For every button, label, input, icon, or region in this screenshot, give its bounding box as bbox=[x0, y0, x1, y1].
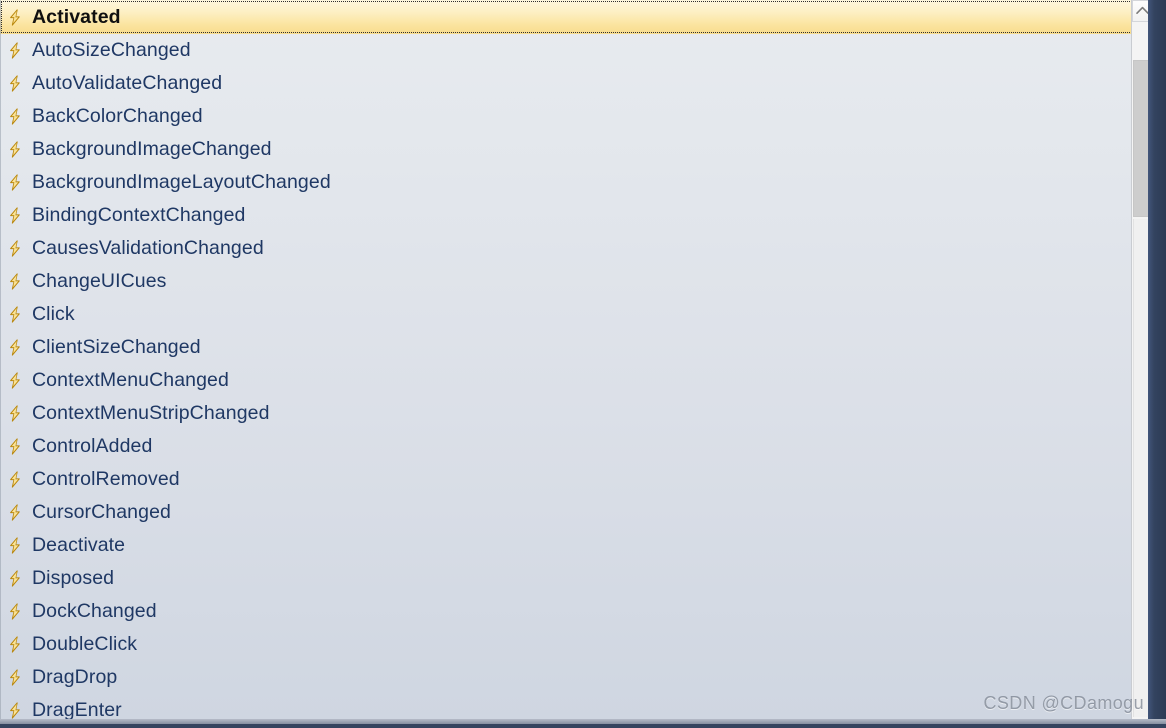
lightning-bolt-icon bbox=[10, 240, 20, 257]
event-row[interactable]: BackgroundImageLayoutChanged bbox=[0, 166, 1148, 199]
event-row[interactable]: ContextMenuChanged bbox=[0, 364, 1148, 397]
event-row-label: DoubleClick bbox=[32, 633, 138, 655]
event-row-label: ClientSizeChanged bbox=[32, 336, 201, 358]
event-row-label: ControlRemoved bbox=[32, 468, 180, 490]
event-row[interactable]: AutoValidateChanged bbox=[0, 67, 1148, 100]
event-row-label: Click bbox=[32, 303, 75, 325]
lightning-bolt-icon bbox=[10, 306, 20, 323]
event-row[interactable]: CausesValidationChanged bbox=[0, 232, 1148, 265]
lightning-bolt-icon bbox=[10, 603, 20, 620]
event-row[interactable]: ChangeUICues bbox=[0, 265, 1148, 298]
event-row-label: BackgroundImageChanged bbox=[32, 138, 272, 160]
event-row[interactable]: ContextMenuStripChanged bbox=[0, 397, 1148, 430]
event-row-label: AutoValidateChanged bbox=[32, 72, 223, 94]
focus-outline bbox=[1, 1, 1146, 33]
event-row[interactable]: ClientSizeChanged bbox=[0, 331, 1148, 364]
event-row[interactable]: ControlRemoved bbox=[0, 463, 1148, 496]
event-row[interactable]: DragDrop bbox=[0, 661, 1148, 694]
event-row-label: Deactivate bbox=[32, 534, 126, 556]
lightning-bolt-icon bbox=[10, 42, 20, 59]
events-grid[interactable]: Activated AutoSizeChanged AutoValidateChan… bbox=[0, 0, 1148, 719]
event-row[interactable]: BackgroundImageChanged bbox=[0, 133, 1148, 166]
event-row-label: AutoSizeChanged bbox=[32, 39, 191, 61]
lightning-bolt-icon bbox=[10, 405, 20, 422]
event-row-label: ContextMenuChanged bbox=[32, 369, 229, 391]
lightning-bolt-icon bbox=[10, 438, 20, 455]
event-row-label: CausesValidationChanged bbox=[32, 237, 264, 259]
lightning-bolt-icon bbox=[10, 207, 20, 224]
event-row-label: Activated bbox=[32, 6, 121, 28]
lightning-bolt-icon bbox=[10, 471, 20, 488]
event-row[interactable]: Disposed bbox=[0, 562, 1148, 595]
lightning-bolt-icon bbox=[10, 108, 20, 125]
event-row-label: BackgroundImageLayoutChanged bbox=[32, 171, 331, 193]
event-row[interactable]: BindingContextChanged bbox=[0, 199, 1148, 232]
window-frame-right-edge bbox=[1148, 0, 1166, 728]
event-row-label: Disposed bbox=[32, 567, 115, 589]
lightning-bolt-icon bbox=[10, 75, 20, 92]
lightning-bolt-icon bbox=[10, 174, 20, 191]
properties-events-window: Activated AutoSizeChanged AutoValidateChan… bbox=[0, 0, 1166, 728]
event-row[interactable]: CursorChanged bbox=[0, 496, 1148, 529]
event-row[interactable]: AutoSizeChanged bbox=[0, 34, 1148, 67]
event-row-label: DockChanged bbox=[32, 600, 157, 622]
lightning-bolt-icon bbox=[10, 273, 20, 290]
lightning-bolt-icon bbox=[10, 8, 20, 26]
event-row-label: ChangeUICues bbox=[32, 270, 167, 292]
lightning-bolt-icon bbox=[10, 570, 20, 587]
lightning-bolt-icon bbox=[10, 636, 20, 653]
event-row[interactable]: DragEnter bbox=[0, 694, 1148, 719]
event-row-label: ControlAdded bbox=[32, 435, 153, 457]
event-row[interactable]: ControlAdded bbox=[0, 430, 1148, 463]
grid-left-gutter-rule bbox=[0, 0, 1, 719]
event-row-label: ContextMenuStripChanged bbox=[32, 402, 270, 424]
lightning-bolt-icon bbox=[10, 339, 20, 356]
lightning-bolt-icon bbox=[10, 669, 20, 686]
event-row-selected[interactable]: Activated bbox=[0, 0, 1147, 34]
lightning-bolt-icon bbox=[10, 372, 20, 389]
event-row-label: DragDrop bbox=[32, 666, 118, 688]
event-row[interactable]: Deactivate bbox=[0, 529, 1148, 562]
event-row-label: BindingContextChanged bbox=[32, 204, 246, 226]
window-frame-bottom-dark-edge bbox=[0, 724, 1166, 728]
event-row-list: Activated AutoSizeChanged AutoValidateChan… bbox=[0, 0, 1148, 719]
lightning-bolt-icon bbox=[10, 141, 20, 158]
event-row-label: CursorChanged bbox=[32, 501, 171, 523]
event-row[interactable]: Click bbox=[0, 298, 1148, 331]
event-row-label: DragEnter bbox=[32, 699, 122, 719]
lightning-bolt-icon bbox=[10, 537, 20, 554]
lightning-bolt-icon bbox=[10, 702, 20, 719]
event-row[interactable]: DoubleClick bbox=[0, 628, 1148, 661]
event-row[interactable]: DockChanged bbox=[0, 595, 1148, 628]
lightning-bolt-icon bbox=[10, 504, 20, 521]
event-row-label: BackColorChanged bbox=[32, 105, 203, 127]
event-row[interactable]: BackColorChanged bbox=[0, 100, 1148, 133]
